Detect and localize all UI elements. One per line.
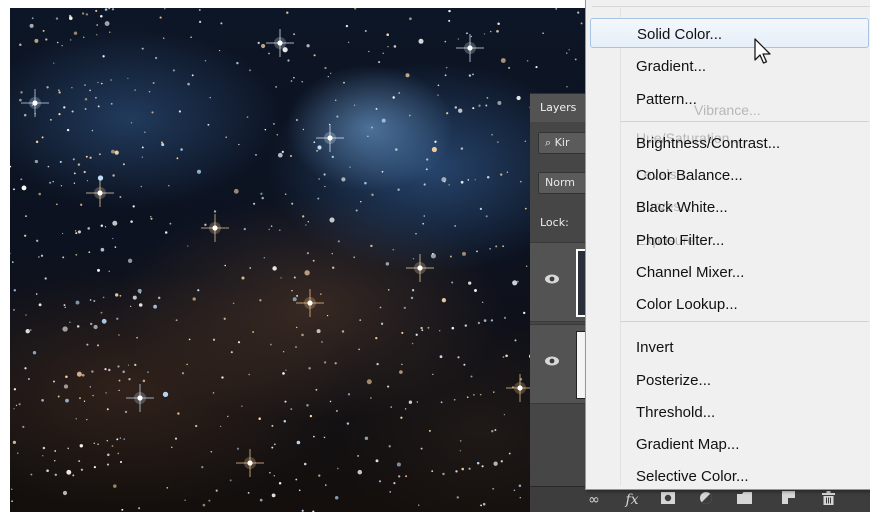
menu-separator xyxy=(620,121,869,122)
visibility-eye-icon[interactable] xyxy=(544,273,560,285)
menu-item-invert[interactable]: Invert xyxy=(590,332,869,362)
star-field xyxy=(10,8,585,512)
menu-separator xyxy=(620,321,869,322)
menu-item-photo-filter[interactable]: Photo Filter... xyxy=(590,225,869,255)
menu-item-threshold[interactable]: Threshold... xyxy=(590,397,869,427)
menu-item-solid-color[interactable]: Solid Color... xyxy=(590,18,869,48)
menu-item-color-lookup[interactable]: Color Lookup... xyxy=(590,289,869,319)
fx-label: fx xyxy=(625,492,639,508)
menu-top-edge xyxy=(592,6,870,7)
layer-filter-text: Kir xyxy=(554,136,570,149)
menu-item-pattern[interactable]: Pattern... xyxy=(590,84,869,114)
layer-row[interactable] xyxy=(530,324,590,404)
folder-icon[interactable] xyxy=(734,491,754,509)
fx-icon[interactable]: fx xyxy=(622,491,642,509)
link-icon[interactable]: ∞ xyxy=(584,491,604,509)
menu-item-color-balance[interactable]: Color Balance... xyxy=(590,160,869,190)
search-icon: ⌕ xyxy=(545,136,552,149)
trash-icon[interactable] xyxy=(818,491,838,509)
mask-icon[interactable] xyxy=(658,491,678,509)
menu-item-black-white[interactable]: Black White... xyxy=(590,192,869,222)
adjustment-icon[interactable] xyxy=(696,491,716,509)
menu-item-brightness-contrast[interactable]: Brightness/Contrast... xyxy=(590,128,869,158)
lock-label: Lock: xyxy=(540,216,569,229)
menu-item-posterize[interactable]: Posterize... xyxy=(590,365,869,395)
menu-item-gradient[interactable]: Gradient... xyxy=(590,51,869,81)
menu-item-channel-mixer[interactable]: Channel Mixer... xyxy=(590,257,869,287)
canvas-image[interactable] xyxy=(10,8,585,512)
menu-item-gradient-map[interactable]: Gradient Map... xyxy=(590,429,869,459)
visibility-eye-icon[interactable] xyxy=(544,355,560,367)
new-layer-icon[interactable] xyxy=(778,491,798,509)
layers-tab[interactable]: Layers xyxy=(530,94,590,122)
layer-row[interactable] xyxy=(530,242,590,322)
adjustment-layer-menu: Solid Color... Gradient... Vibrance... P… xyxy=(585,0,870,490)
menu-item-selective-color[interactable]: Selective Color... xyxy=(590,461,869,491)
mouse-pointer-icon xyxy=(754,38,771,64)
